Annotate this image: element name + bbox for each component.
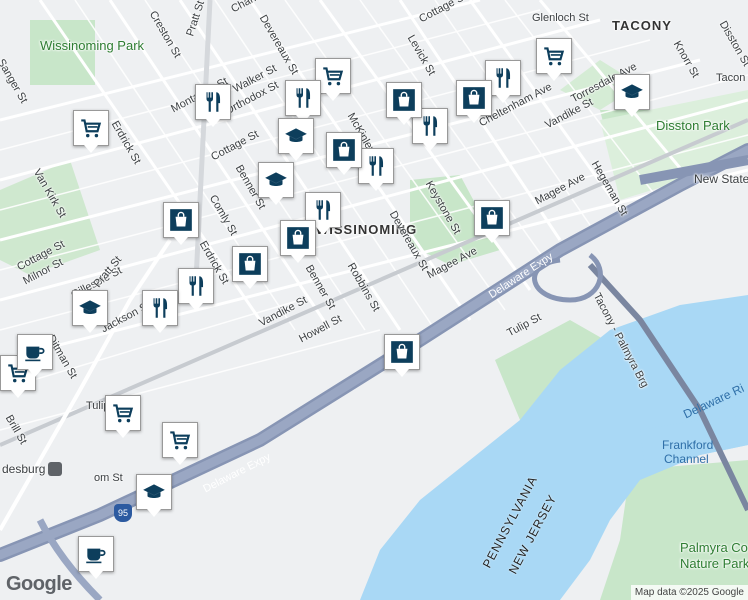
shopping-bag-marker[interactable] <box>232 246 268 289</box>
shopping-bag-icon <box>479 205 505 231</box>
school-cap-marker[interactable] <box>258 162 294 205</box>
fork-knife-marker[interactable] <box>195 84 231 127</box>
shopping-bag-marker[interactable] <box>474 200 510 243</box>
school-cap-icon <box>77 295 103 321</box>
shopping-bag-marker[interactable] <box>384 334 420 377</box>
cart-icon <box>541 43 567 69</box>
shopping-bag-marker[interactable] <box>386 82 422 125</box>
fork-knife-icon <box>183 273 209 299</box>
shopping-bag-marker[interactable] <box>280 220 316 263</box>
school-cap-icon <box>619 79 645 105</box>
water-label-frankford-channel-2: Channel <box>664 452 709 466</box>
coffee-icon <box>83 541 109 567</box>
coffee-marker[interactable] <box>17 334 53 377</box>
school-cap-icon <box>283 123 309 149</box>
park-label-palmyra-cove: Palmyra Co <box>680 540 748 555</box>
fork-knife-icon <box>290 85 316 111</box>
fork-knife-icon <box>490 65 516 91</box>
cart-marker[interactable] <box>73 110 109 153</box>
map-canvas[interactable]: TACONY WISSINOMING Wissinoming Park Diss… <box>0 0 748 600</box>
shopping-bag-icon <box>285 225 311 251</box>
station-icon <box>48 462 62 476</box>
shopping-bag-marker[interactable] <box>326 132 362 175</box>
fork-knife-icon <box>363 153 389 179</box>
google-logo: Google <box>6 573 72 595</box>
shopping-bag-marker[interactable] <box>163 202 199 245</box>
shopping-bag-icon <box>461 85 487 111</box>
school-cap-marker[interactable] <box>614 74 650 117</box>
fork-knife-icon <box>147 295 173 321</box>
park-label-disston: Disston Park <box>656 118 730 133</box>
cart-icon <box>78 115 104 141</box>
park-label-wissinoming: Wissinoming Park <box>40 38 145 53</box>
fork-knife-marker[interactable] <box>142 290 178 333</box>
place-label-frankford-junction: desburg <box>2 462 46 476</box>
fork-knife-marker[interactable] <box>285 80 321 123</box>
interstate-95-shield-icon: 95 <box>114 504 132 522</box>
shopping-bag-icon <box>389 339 415 365</box>
school-cap-icon <box>141 479 167 505</box>
place-label-tacony-edge: Tacon <box>716 72 746 84</box>
water-label-frankford-channel-1: Frankford <box>662 438 714 452</box>
street-label-glenloch-st: Glenloch St <box>532 12 589 24</box>
school-cap-marker[interactable] <box>72 290 108 333</box>
shopping-bag-icon <box>391 87 417 113</box>
school-cap-marker[interactable] <box>278 118 314 161</box>
shopping-bag-marker[interactable] <box>456 80 492 123</box>
neighborhood-label-tacony: TACONY <box>612 18 672 33</box>
map-attribution: Map data ©2025 Google <box>630 585 748 600</box>
fork-knife-icon <box>200 89 226 115</box>
fork-knife-marker[interactable] <box>178 268 214 311</box>
park-label-nature-park: Nature Park <box>680 556 748 571</box>
road-label-new-state-rd: New State Rd <box>694 172 748 186</box>
cart-marker[interactable] <box>105 395 141 438</box>
cart-icon <box>320 63 346 89</box>
cart-icon <box>167 427 193 453</box>
school-cap-icon <box>263 167 289 193</box>
street-label-om-st: om St <box>94 472 123 484</box>
cart-icon <box>110 400 136 426</box>
shopping-bag-icon <box>331 137 357 163</box>
coffee-marker[interactable] <box>78 536 114 579</box>
shopping-bag-icon <box>168 207 194 233</box>
shopping-bag-icon <box>237 251 263 277</box>
school-cap-marker[interactable] <box>136 474 172 517</box>
cart-marker[interactable] <box>162 422 198 465</box>
coffee-icon <box>22 339 48 365</box>
cart-marker[interactable] <box>536 38 572 81</box>
fork-knife-marker[interactable] <box>358 148 394 191</box>
